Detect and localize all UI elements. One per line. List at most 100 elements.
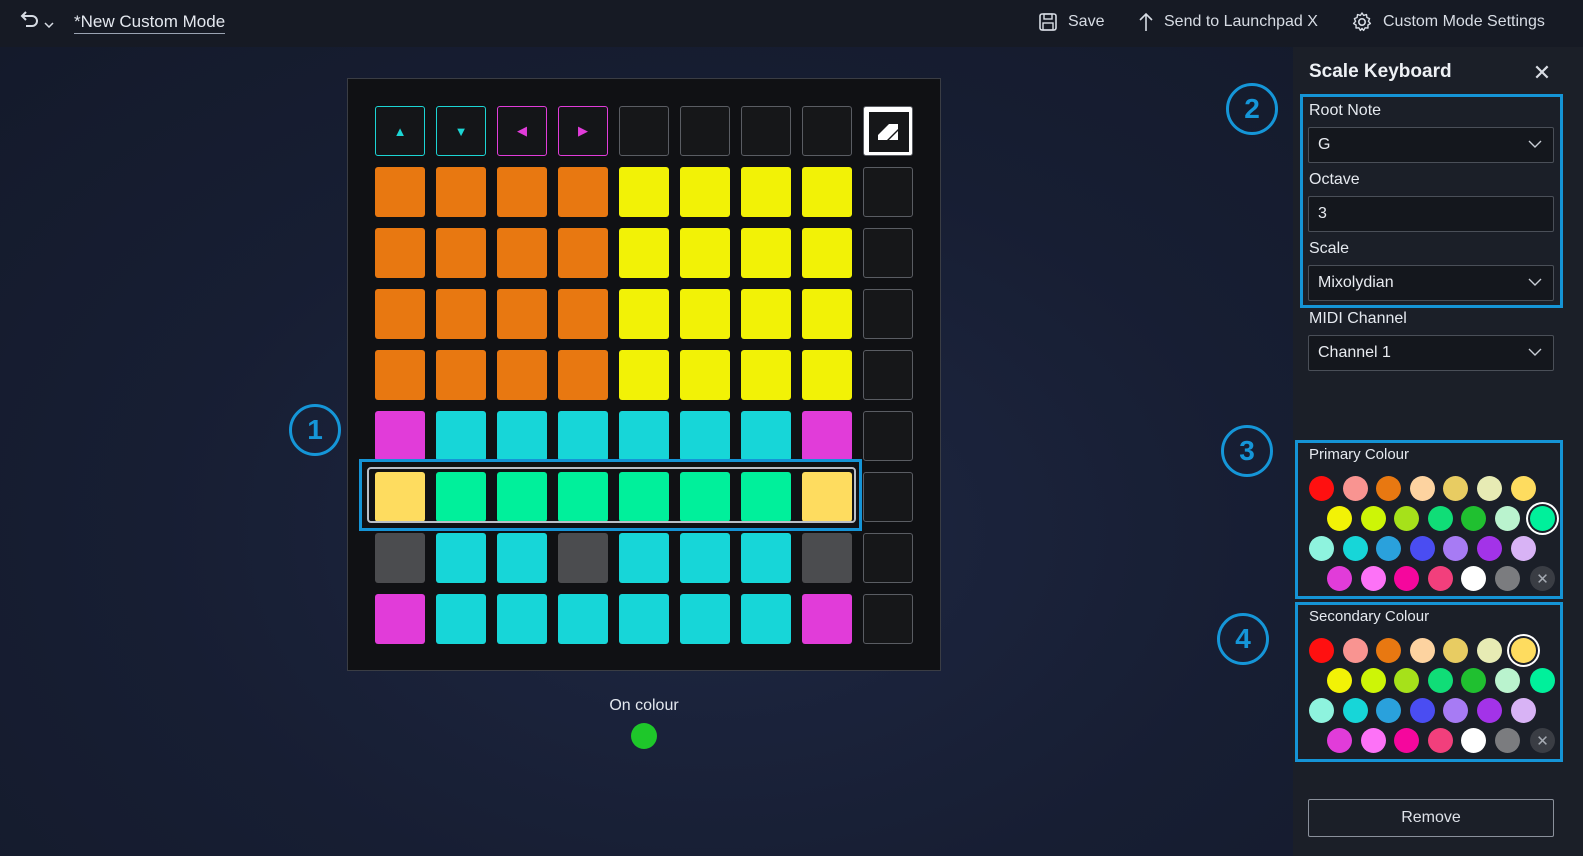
colour-swatch[interactable] xyxy=(1361,566,1386,591)
scene-launch-pad[interactable] xyxy=(863,594,913,644)
grid-pad[interactable] xyxy=(741,411,791,461)
grid-pad[interactable] xyxy=(802,533,852,583)
colour-swatch[interactable] xyxy=(1361,506,1386,531)
close-icon[interactable]: ✕ xyxy=(1531,62,1553,84)
top-function-pad[interactable] xyxy=(680,106,730,156)
colour-swatch[interactable] xyxy=(1343,476,1368,501)
grid-pad[interactable] xyxy=(558,594,608,644)
grid-pad[interactable] xyxy=(802,594,852,644)
grid-pad[interactable] xyxy=(619,533,669,583)
grid-pad[interactable] xyxy=(680,228,730,278)
scene-launch-pad[interactable] xyxy=(863,167,913,217)
colour-swatch[interactable] xyxy=(1309,536,1334,561)
grid-pad[interactable] xyxy=(375,533,425,583)
arrow-up-pad[interactable]: ▲ xyxy=(375,106,425,156)
top-function-pad[interactable] xyxy=(741,106,791,156)
scene-launch-pad[interactable] xyxy=(863,350,913,400)
colour-swatch[interactable] xyxy=(1511,638,1536,663)
arrow-right-pad[interactable]: ▶ xyxy=(558,106,608,156)
grid-pad[interactable] xyxy=(497,167,547,217)
grid-pad[interactable] xyxy=(741,594,791,644)
grid-pad[interactable] xyxy=(619,594,669,644)
colour-swatch[interactable] xyxy=(1428,566,1453,591)
colour-swatch[interactable] xyxy=(1394,566,1419,591)
colour-swatch[interactable] xyxy=(1477,476,1502,501)
grid-pad[interactable] xyxy=(680,533,730,583)
colour-swatch[interactable] xyxy=(1410,476,1435,501)
colour-swatch[interactable] xyxy=(1410,536,1435,561)
clear-colour-icon[interactable]: ✕ xyxy=(1530,566,1555,591)
mode-title[interactable]: *New Custom Mode xyxy=(74,12,226,34)
grid-pad[interactable] xyxy=(436,411,486,461)
grid-pad[interactable] xyxy=(741,228,791,278)
grid-pad[interactable] xyxy=(741,350,791,400)
colour-swatch[interactable] xyxy=(1477,536,1502,561)
grid-pad[interactable] xyxy=(802,350,852,400)
colour-swatch[interactable] xyxy=(1443,638,1468,663)
grid-pad[interactable] xyxy=(680,411,730,461)
colour-swatch[interactable] xyxy=(1477,698,1502,723)
colour-swatch[interactable] xyxy=(1394,728,1419,753)
grid-pad[interactable] xyxy=(436,167,486,217)
colour-swatch[interactable] xyxy=(1343,638,1368,663)
undo-button[interactable] xyxy=(20,10,58,34)
colour-swatch[interactable] xyxy=(1428,506,1453,531)
scale-select[interactable]: Mixolydian xyxy=(1308,265,1554,301)
grid-pad[interactable] xyxy=(619,289,669,339)
scene-launch-pad[interactable] xyxy=(863,472,913,522)
scene-launch-pad[interactable] xyxy=(863,228,913,278)
colour-swatch[interactable] xyxy=(1530,506,1555,531)
colour-swatch[interactable] xyxy=(1461,668,1486,693)
colour-swatch[interactable] xyxy=(1511,476,1536,501)
grid-pad[interactable] xyxy=(802,411,852,461)
root-note-select[interactable]: G xyxy=(1308,127,1554,163)
colour-swatch[interactable] xyxy=(1443,536,1468,561)
colour-swatch[interactable] xyxy=(1410,698,1435,723)
colour-swatch[interactable] xyxy=(1461,566,1486,591)
colour-swatch[interactable] xyxy=(1376,476,1401,501)
custom-mode-settings-button[interactable]: Custom Mode Settings xyxy=(1351,10,1545,34)
grid-pad[interactable] xyxy=(680,167,730,217)
octave-input[interactable] xyxy=(1308,196,1554,232)
colour-swatch[interactable] xyxy=(1461,506,1486,531)
grid-pad[interactable] xyxy=(436,228,486,278)
colour-swatch[interactable] xyxy=(1495,566,1520,591)
colour-swatch[interactable] xyxy=(1327,566,1352,591)
colour-swatch[interactable] xyxy=(1530,668,1555,693)
scene-launch-pad[interactable] xyxy=(863,533,913,583)
grid-pad[interactable] xyxy=(558,350,608,400)
grid-pad[interactable] xyxy=(497,594,547,644)
colour-swatch[interactable] xyxy=(1495,668,1520,693)
save-button[interactable]: Save xyxy=(1038,10,1104,34)
colour-swatch[interactable] xyxy=(1376,698,1401,723)
send-to-launchpad-button[interactable]: Send to Launchpad X xyxy=(1138,10,1318,34)
midi-channel-select[interactable]: Channel 1 xyxy=(1308,335,1554,371)
grid-pad[interactable] xyxy=(375,228,425,278)
grid-pad[interactable] xyxy=(558,167,608,217)
colour-swatch[interactable] xyxy=(1376,638,1401,663)
colour-swatch[interactable] xyxy=(1309,476,1334,501)
grid-pad[interactable] xyxy=(619,167,669,217)
colour-swatch[interactable] xyxy=(1394,668,1419,693)
grid-pad[interactable] xyxy=(680,289,730,339)
colour-swatch[interactable] xyxy=(1495,506,1520,531)
grid-pad[interactable] xyxy=(375,411,425,461)
colour-swatch[interactable] xyxy=(1343,536,1368,561)
grid-pad[interactable] xyxy=(436,289,486,339)
grid-pad[interactable] xyxy=(558,533,608,583)
remove-button[interactable]: Remove xyxy=(1308,799,1554,837)
grid-pad[interactable] xyxy=(497,533,547,583)
grid-pad[interactable] xyxy=(680,594,730,644)
colour-swatch[interactable] xyxy=(1343,698,1368,723)
grid-pad[interactable] xyxy=(741,289,791,339)
colour-swatch[interactable] xyxy=(1428,668,1453,693)
colour-swatch[interactable] xyxy=(1495,728,1520,753)
colour-swatch[interactable] xyxy=(1511,536,1536,561)
grid-pad[interactable] xyxy=(741,167,791,217)
grid-pad[interactable] xyxy=(375,289,425,339)
grid-pad[interactable] xyxy=(436,350,486,400)
colour-swatch[interactable] xyxy=(1327,668,1352,693)
colour-swatch[interactable] xyxy=(1309,698,1334,723)
grid-pad[interactable] xyxy=(497,228,547,278)
colour-swatch[interactable] xyxy=(1410,638,1435,663)
